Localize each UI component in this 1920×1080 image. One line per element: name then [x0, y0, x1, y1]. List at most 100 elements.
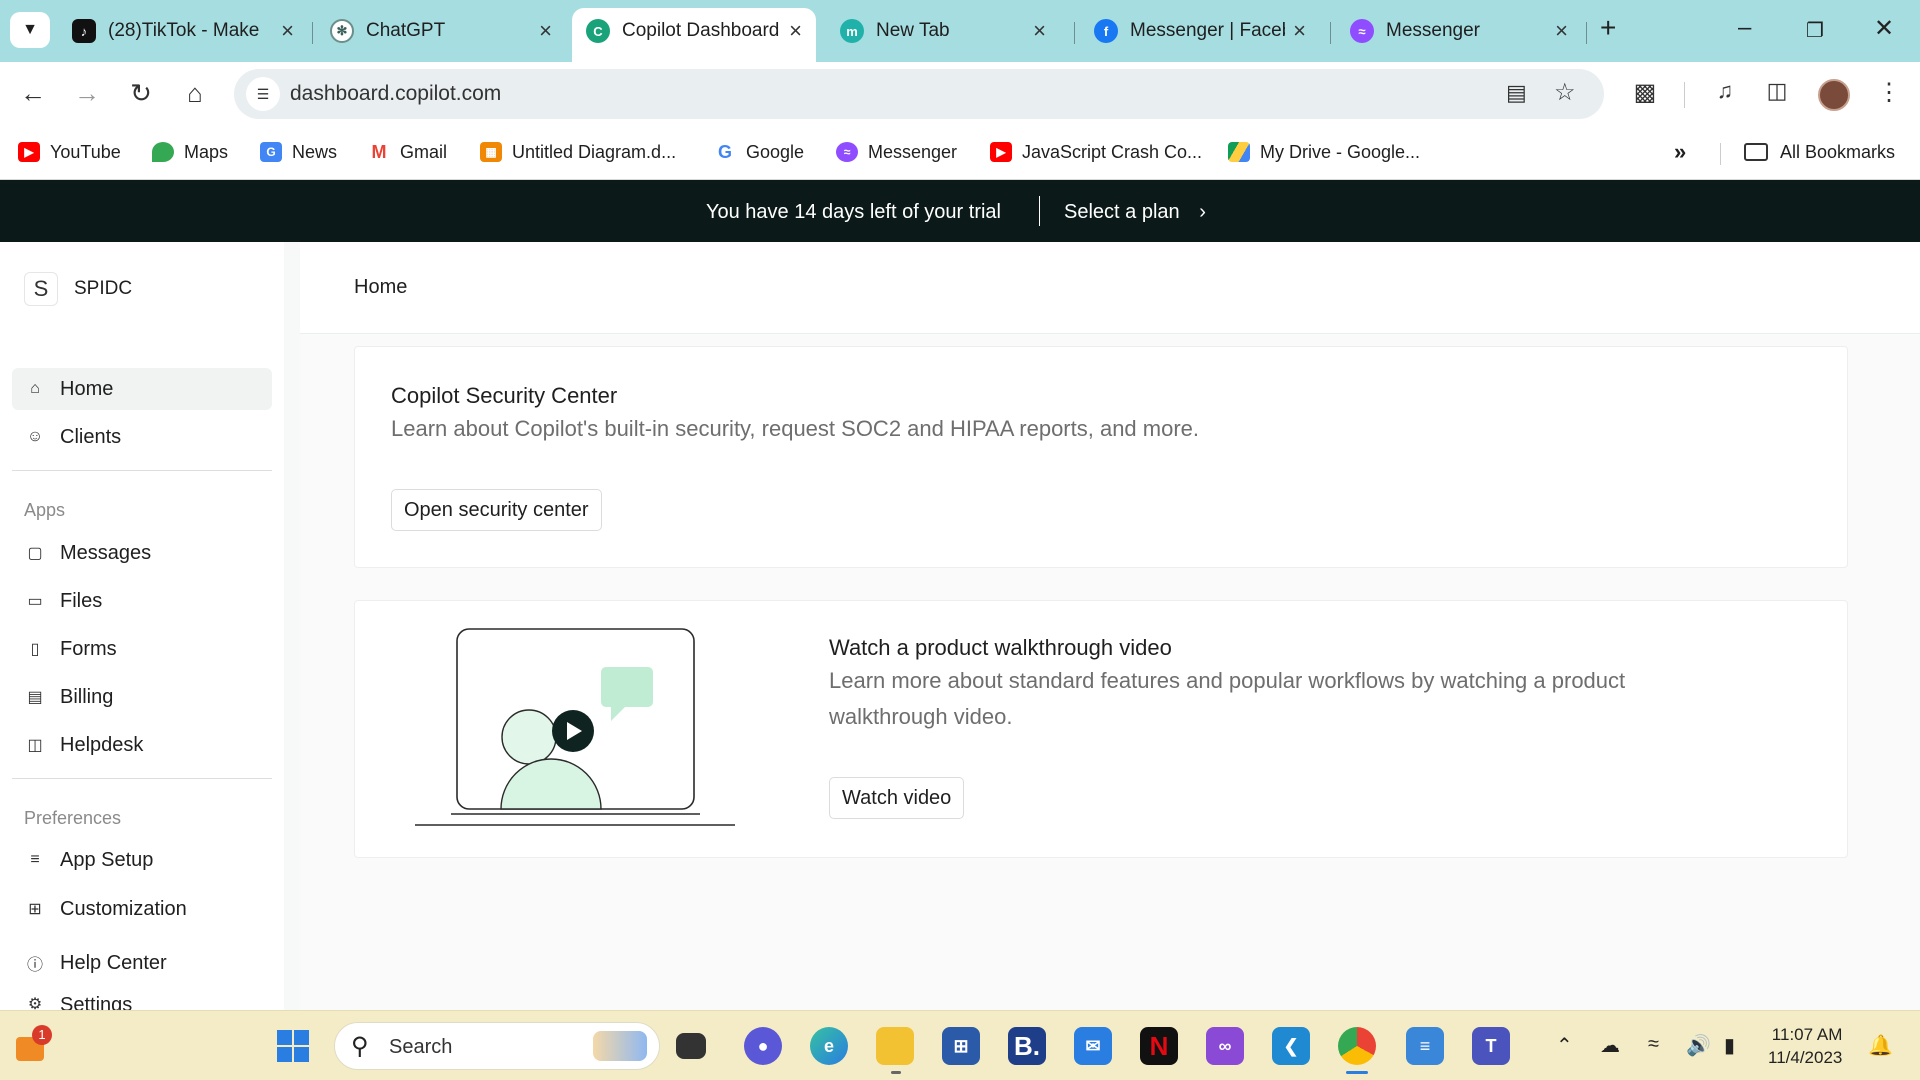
media-controls-icon[interactable]: ♫ — [1708, 78, 1742, 104]
notepad-icon[interactable]: ≡ — [1406, 1027, 1444, 1065]
vscode-icon[interactable]: ❮ — [1272, 1027, 1310, 1065]
sidebar-scrollbar[interactable] — [284, 242, 300, 1010]
back-button[interactable]: ← — [16, 78, 50, 109]
credit-card-icon: ▤ — [27, 689, 43, 706]
main-content: Home Copilot Security Center Learn about… — [300, 242, 1920, 1010]
close-icon[interactable]: × — [1555, 18, 1568, 44]
install-app-icon[interactable]: ▤ — [1506, 80, 1527, 106]
section-heading-apps: Apps — [24, 500, 66, 520]
new-tab-button[interactable]: + — [1600, 12, 1616, 44]
task-view-icon[interactable] — [676, 1033, 706, 1059]
file-explorer-icon[interactable] — [876, 1027, 914, 1065]
address-bar[interactable]: ☰ dashboard.copilot.com ▤ ☆ — [234, 69, 1604, 119]
org-switcher[interactable]: S SPIDC — [24, 272, 132, 306]
bookmark-google[interactable]: G Google — [714, 139, 804, 165]
more-bookmarks-icon[interactable]: » — [1674, 139, 1686, 165]
forward-button[interactable]: → — [70, 78, 104, 109]
tab-copilot-dashboard[interactable]: C Copilot Dashboard × — [572, 8, 816, 62]
bookmark-news[interactable]: G News — [260, 139, 337, 165]
sidebar-item-help-center[interactable]: ⓘ Help Center — [12, 942, 272, 984]
bookmark-star-icon[interactable]: ☆ — [1554, 78, 1576, 107]
url-text[interactable]: dashboard.copilot.com — [290, 82, 501, 106]
teams-chat-icon[interactable]: ● — [744, 1027, 782, 1065]
all-bookmarks-button[interactable]: All Bookmarks — [1744, 139, 1895, 165]
sidebar-item-helpdesk[interactable]: ◫ Helpdesk — [12, 724, 272, 766]
microsoft-store-icon[interactable]: ⊞ — [942, 1027, 980, 1065]
messenger-icon: ≈ — [836, 142, 858, 162]
tab-search-button[interactable]: ▼ — [10, 12, 50, 48]
bookmark-messenger[interactable]: ≈ Messenger — [836, 139, 957, 165]
volume-icon[interactable]: 🔊 — [1686, 1033, 1711, 1058]
windows-start-icon[interactable] — [274, 1027, 312, 1065]
teams-icon[interactable]: T — [1472, 1027, 1510, 1065]
select-plan-link[interactable]: Select a plan › — [1064, 201, 1206, 224]
tab-messenger-facebook[interactable]: f Messenger | Faceb × — [1080, 8, 1320, 54]
bookmark-untitled-diagram[interactable]: ▦ Untitled Diagram.d... — [480, 139, 676, 165]
close-icon[interactable]: × — [1293, 18, 1306, 44]
news-icon: G — [260, 142, 282, 162]
profile-avatar[interactable] — [1818, 79, 1850, 111]
taskbar-search-box[interactable]: ⚲ Search — [334, 1022, 660, 1070]
close-icon[interactable]: × — [789, 18, 802, 44]
sidebar-item-app-setup[interactable]: ≡ App Setup — [12, 839, 272, 881]
window-close-button[interactable]: ✕ — [1874, 14, 1894, 43]
tab-chatgpt[interactable]: ✻ ChatGPT × — [316, 8, 566, 54]
security-center-card: Copilot Security Center Learn about Copi… — [354, 346, 1848, 568]
sidebar-item-forms[interactable]: ▯ Forms — [12, 628, 272, 670]
booking-icon[interactable]: B. — [1008, 1027, 1046, 1065]
drawio-icon: ▦ — [480, 142, 502, 162]
tab-title: (28)TikTok - Make — [108, 20, 260, 41]
reload-button[interactable]: ↻ — [124, 78, 158, 109]
gear-icon: ⚙ — [27, 996, 43, 1010]
show-hidden-icons-icon[interactable]: ⌃ — [1556, 1033, 1573, 1058]
sidebar-item-billing[interactable]: ▤ Billing — [12, 676, 272, 718]
sidebar-item-home[interactable]: ⌂ Home — [12, 368, 272, 410]
close-icon[interactable]: × — [281, 18, 294, 44]
visual-studio-icon[interactable]: ∞ — [1206, 1027, 1244, 1065]
clients-icon: ☺ — [26, 428, 44, 445]
chrome-icon[interactable] — [1338, 1027, 1376, 1065]
bookmark-gmail[interactable]: M Gmail — [368, 139, 447, 165]
close-icon[interactable]: × — [539, 18, 552, 44]
notification-badge: 1 — [32, 1025, 52, 1045]
extensions-icon[interactable]: ▩ — [1628, 78, 1662, 107]
tab-messenger[interactable]: ≈ Messenger × — [1336, 8, 1582, 54]
bookmark-my-drive[interactable]: My Drive - Google... — [1228, 139, 1420, 165]
system-clock[interactable]: 11:07 AM 11/4/2023 — [1768, 1023, 1842, 1069]
video-illustration[interactable] — [415, 627, 735, 839]
onedrive-icon[interactable]: ☁ — [1600, 1033, 1620, 1058]
trial-banner: You have 14 days left of your trial Sele… — [0, 180, 1920, 242]
sidebar-item-customization[interactable]: ⊞ Customization — [12, 888, 272, 930]
minimize-button[interactable]: – — [1738, 14, 1751, 42]
home-button[interactable]: ⌂ — [178, 78, 212, 109]
watch-video-button[interactable]: Watch video — [829, 777, 965, 819]
grid-icon: ⊞ — [28, 901, 42, 918]
card-title: Copilot Security Center — [391, 383, 618, 408]
netflix-icon[interactable]: N — [1140, 1027, 1178, 1065]
bookmark-maps[interactable]: Maps — [152, 139, 228, 165]
copilot-icon: C — [586, 19, 610, 43]
wifi-icon[interactable]: ≈ — [1648, 1033, 1659, 1056]
edge-icon[interactable]: e — [810, 1027, 848, 1065]
side-panel-icon[interactable]: ◫ — [1760, 78, 1794, 104]
widgets-button[interactable]: 1 — [14, 1025, 52, 1065]
restore-button[interactable]: ❐ — [1806, 18, 1824, 43]
sidebar-item-files[interactable]: ▭ Files — [12, 580, 272, 622]
sidebar-item-messages[interactable]: ▢ Messages — [12, 532, 272, 574]
bookmark-javascript-crash-course[interactable]: ▶ JavaScript Crash Co... — [990, 139, 1202, 165]
close-icon[interactable]: × — [1033, 18, 1046, 44]
tab-new-tab[interactable]: m New Tab × — [826, 8, 1060, 54]
sidebar-item-settings[interactable]: ⚙ Settings — [12, 990, 272, 1010]
more-menu-icon[interactable]: ⋮ — [1872, 78, 1906, 107]
trial-message: You have 14 days left of your trial — [706, 201, 1001, 223]
battery-icon[interactable]: ▮ — [1724, 1033, 1735, 1058]
notifications-bell-icon[interactable]: 🔔 — [1868, 1033, 1893, 1058]
book-icon: ◫ — [27, 737, 43, 754]
open-security-center-button[interactable]: Open security center — [391, 489, 602, 531]
bookmark-youtube[interactable]: ▶ YouTube — [18, 139, 121, 165]
sidebar-item-clients[interactable]: ☺ Clients — [12, 416, 272, 458]
site-info-icon[interactable]: ☰ — [246, 77, 280, 111]
mail-icon[interactable]: ✉ — [1074, 1027, 1112, 1065]
tab-tiktok[interactable]: ♪ (28)TikTok - Make × — [58, 8, 308, 54]
card-description: Learn about Copilot's built-in security,… — [391, 416, 1200, 441]
